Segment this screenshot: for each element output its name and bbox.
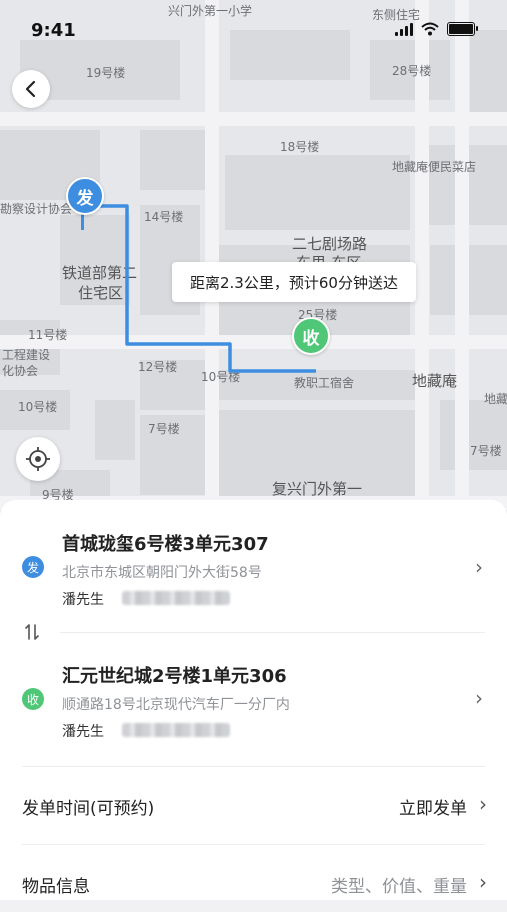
receiver-badge: 收 <box>22 688 44 710</box>
status-bar: 9:41 <box>0 0 507 60</box>
divider <box>60 632 485 633</box>
receiver-title: 汇元世纪城2号楼1单元306 <box>62 666 287 687</box>
sender-address-card[interactable]: 发 首城珑玺6号楼3单元307 北京市东城区朝阳门外大街58号 潘先生 › <box>0 500 507 618</box>
receiver-address: 顺通路18号北京现代汽车厂一分厂内 <box>62 697 290 713</box>
back-button[interactable] <box>12 70 50 108</box>
chevron-right-icon: › <box>479 792 487 816</box>
sender-phone-masked <box>122 591 230 605</box>
sender-title: 首城珑玺6号楼3单元307 <box>62 534 269 555</box>
item-info-label: 物品信息 <box>22 877 90 897</box>
sender-address: 北京市东城区朝阳门外大街58号 <box>62 565 262 581</box>
route-info-tooltip: 距离2.3公里，预计60分钟送达 <box>172 262 416 302</box>
order-sheet: 发 首城珑玺6号楼3单元307 北京市东城区朝阳门外大街58号 潘先生 › 收 … <box>0 500 507 900</box>
chevron-right-icon[interactable]: › <box>475 686 483 710</box>
sender-pin[interactable]: 发 <box>66 177 104 215</box>
locate-button[interactable] <box>16 437 60 481</box>
signal-icon <box>395 22 413 36</box>
chevron-right-icon[interactable]: › <box>475 555 483 579</box>
receiver-pin[interactable]: 收 <box>292 317 330 355</box>
status-time: 9:41 <box>31 20 76 41</box>
order-time-row[interactable]: 发单时间(可预约) 立即发单 › <box>0 778 507 834</box>
swap-icon[interactable] <box>22 622 42 642</box>
divider <box>22 844 485 845</box>
order-time-value: 立即发单 <box>399 799 467 819</box>
battery-icon <box>447 22 478 36</box>
receiver-phone-masked <box>122 723 230 737</box>
divider <box>22 766 485 767</box>
map-view[interactable]: 兴门外第一小学 东侧住宅 19号楼 28号楼 18号楼 地藏庵便民菜店 勘察设计… <box>0 0 507 520</box>
item-info-value: 类型、价值、重量 <box>331 877 467 897</box>
route-line <box>84 204 316 373</box>
receiver-name: 潘先生 <box>62 724 104 740</box>
sender-badge: 发 <box>22 556 44 578</box>
chevron-left-icon <box>25 80 36 98</box>
sender-name: 潘先生 <box>62 592 104 608</box>
order-time-label: 发单时间(可预约) <box>22 799 155 819</box>
item-info-row[interactable]: 物品信息 类型、价值、重量 › <box>0 856 507 912</box>
chevron-right-icon: › <box>479 870 487 894</box>
locate-icon <box>26 447 50 471</box>
receiver-address-card[interactable]: 收 汇元世纪城2号楼1单元306 顺通路18号北京现代汽车厂一分厂内 潘先生 › <box>0 646 507 764</box>
wifi-icon <box>421 22 439 36</box>
